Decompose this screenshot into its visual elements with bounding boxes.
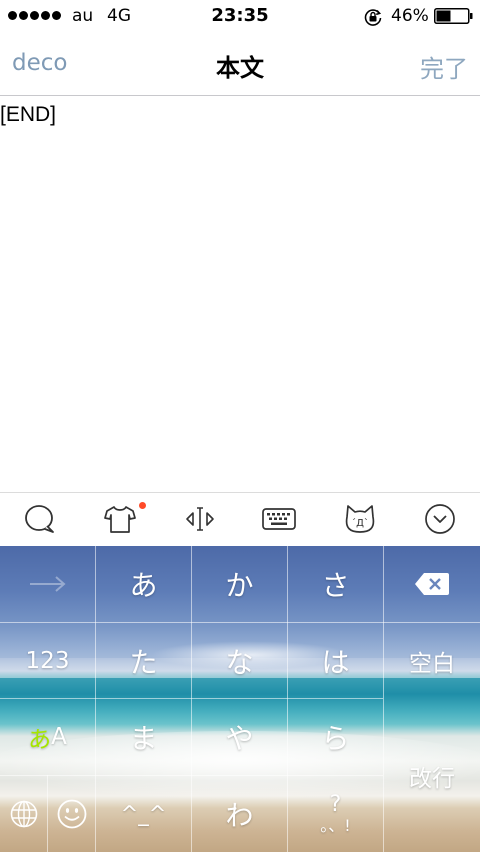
input-toolbar: ´Д` xyxy=(0,492,480,546)
key-wa[interactable]: わ xyxy=(192,776,287,852)
key-punctuation[interactable]: ? 。、! xyxy=(288,776,383,852)
body-text-editor[interactable]: [END] xyxy=(0,97,480,492)
key-ka[interactable]: か xyxy=(192,546,287,622)
status-bar: au 4G 23:35 46% xyxy=(0,0,480,32)
keyboard-icon[interactable] xyxy=(259,501,299,537)
key-ta[interactable]: た xyxy=(96,623,191,698)
globe-icon xyxy=(10,800,37,828)
done-button[interactable]: 完了 xyxy=(420,49,468,84)
cursor-right-key[interactable] xyxy=(0,546,95,622)
backspace-key[interactable] xyxy=(384,546,480,622)
chevron-down-circle-icon[interactable] xyxy=(420,501,460,537)
kaomoji-cat-icon[interactable]: ´Д` xyxy=(340,501,380,537)
arrow-right-icon xyxy=(29,576,66,592)
emoji-smile-icon xyxy=(57,799,86,829)
key-ma[interactable]: ま xyxy=(96,699,191,775)
cursor-move-icon[interactable] xyxy=(180,501,220,537)
speech-bubble-icon[interactable] xyxy=(20,501,60,537)
key-a[interactable]: あ xyxy=(96,546,191,622)
navigation-bar: deco 本文 完了 xyxy=(0,32,480,96)
return-key[interactable]: 改行 xyxy=(384,699,480,852)
key-na[interactable]: な xyxy=(192,623,287,698)
punct-question-label: ? xyxy=(329,792,342,817)
numbers-mode-key[interactable]: 123 xyxy=(0,623,95,698)
globe-key[interactable] xyxy=(0,776,47,852)
rotation-lock-icon xyxy=(364,9,382,26)
svg-text:´Д`: ´Д` xyxy=(351,517,369,529)
deco-button[interactable]: deco xyxy=(12,50,67,76)
battery-percent: 46% xyxy=(391,6,429,26)
space-key[interactable]: 空白 xyxy=(384,623,480,698)
mode-alpha-label: A xyxy=(51,724,67,750)
editor-content[interactable]: [END] xyxy=(0,103,56,127)
emoji-key[interactable] xyxy=(48,776,95,852)
key-sa[interactable]: さ xyxy=(288,546,383,622)
backspace-icon xyxy=(415,573,449,595)
mode-kana-label: あ xyxy=(28,727,52,753)
key-ra[interactable]: ら xyxy=(288,699,383,775)
key-ha[interactable]: は xyxy=(288,623,383,698)
key-kaomoji[interactable]: ^_^ xyxy=(96,776,191,852)
input-mode-key[interactable]: あA xyxy=(0,699,95,775)
key-ya[interactable]: や xyxy=(192,699,287,775)
tshirt-icon[interactable] xyxy=(100,501,140,537)
punct-marks-label: 。、! xyxy=(320,816,351,835)
page-title: 本文 xyxy=(216,54,264,82)
flick-keyboard: あ か さ 123 た な は 空白 あA ま や ら ^_^ わ ? 。、! … xyxy=(0,546,480,852)
notification-dot xyxy=(139,502,146,509)
battery-icon xyxy=(434,8,473,24)
